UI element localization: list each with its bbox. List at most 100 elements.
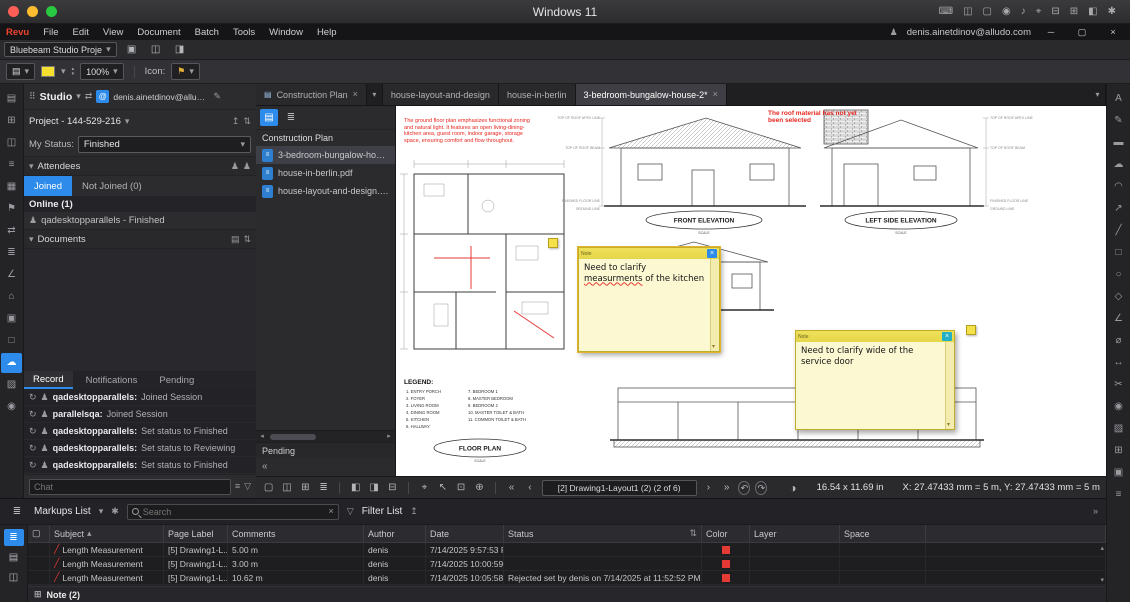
diameter-tool-icon[interactable]: ⌀	[1108, 331, 1129, 351]
attendee-settings-icon[interactable]: ♟	[243, 162, 251, 171]
sets-icon[interactable]: ▣	[1, 309, 22, 329]
markups-pages-icon[interactable]: ◫	[4, 569, 24, 586]
column-comments[interactable]: Comments	[228, 525, 364, 542]
opacity-dropdown[interactable]: 100% ▾	[80, 63, 124, 80]
measurements-icon[interactable]: ∠	[1, 265, 22, 285]
tab-house-in-berlin[interactable]: house-in-berlin	[499, 84, 576, 105]
tool-chest-icon[interactable]: ⌂	[1, 287, 22, 307]
close-tab-icon[interactable]: ×	[713, 90, 718, 99]
tab-notifications[interactable]: Notifications	[77, 371, 147, 389]
single-page-view-icon[interactable]: ▢	[262, 480, 275, 496]
maximize-icon[interactable]: ▢	[1071, 28, 1093, 37]
menu-window[interactable]: Window	[269, 27, 303, 38]
note-header[interactable]: Note ×	[579, 248, 719, 259]
drag-handle-icon[interactable]: ⠿	[29, 92, 36, 101]
chat-filter-icon[interactable]: ▽	[244, 482, 251, 491]
note-scrollbar[interactable]: ▾	[710, 259, 719, 351]
select-all-checkbox[interactable]: ▢	[28, 525, 50, 542]
page-selector[interactable]: [2] Drawing1-Layout1 (2) (2 of 6)	[542, 480, 697, 496]
layers-icon[interactable]: ≡	[1, 155, 22, 175]
file-access-icon[interactable]: ▤	[1, 89, 22, 109]
camera-tool-icon[interactable]: ◉	[1108, 397, 1129, 417]
zoom-tool-icon[interactable]: ⊕	[473, 480, 486, 496]
mic-icon[interactable]: ⌖	[1036, 7, 1042, 17]
menu-tools[interactable]: Tools	[233, 27, 255, 38]
printer-icon[interactable]: ⊟	[1051, 7, 1059, 17]
scrollbar-thumb[interactable]	[270, 434, 316, 440]
clear-search-icon[interactable]: ×	[329, 507, 334, 516]
collapse-panel-icon[interactable]: «	[256, 458, 395, 476]
split-horizontal-icon[interactable]: ◨	[367, 480, 380, 496]
invite-attendee-icon[interactable]: ♟	[231, 162, 239, 171]
polygon-tool-icon[interactable]: ◇	[1108, 287, 1129, 307]
tab-construction-plan[interactable]: ▤ Construction Plan ×	[256, 84, 367, 105]
previous-view-icon[interactable]: ↶	[738, 481, 750, 495]
tab-pending[interactable]: Pending	[150, 371, 203, 389]
column-space[interactable]: Space	[840, 525, 926, 542]
more-tools-icon[interactable]: ≡	[1108, 485, 1129, 505]
row-checkbox[interactable]	[28, 543, 50, 556]
display-icon[interactable]: ◫	[963, 7, 972, 17]
rectangle-tool-icon[interactable]: □	[1108, 243, 1129, 263]
menu-file[interactable]: File	[43, 27, 58, 38]
markups-panel-icon[interactable]: ▨	[1, 375, 22, 395]
markups-doc-icon[interactable]: ▤	[4, 549, 24, 566]
grid-view-icon[interactable]: ⊞	[299, 480, 312, 496]
tab-house-layout-and-design[interactable]: house-layout-and-design	[383, 84, 499, 105]
scroll-down-icon[interactable]: ▾	[947, 422, 950, 428]
log-entry[interactable]: ↻ ♟ qadesktopparallels: Set status to Re…	[24, 440, 256, 457]
column-subject[interactable]: Subject▴	[50, 525, 164, 542]
thumbnails-icon[interactable]: ⊞	[1, 111, 22, 131]
switch-session-icon[interactable]: ⇄	[85, 92, 93, 101]
column-status[interactable]: Status⇅	[504, 525, 702, 542]
arc-tool-icon[interactable]: ◠	[1108, 177, 1129, 197]
links-icon[interactable]: ⇄	[1, 221, 22, 241]
chevron-down-icon[interactable]: ▾	[99, 507, 104, 516]
markups-list-title[interactable]: Markups List	[34, 506, 91, 517]
detach-window-icon[interactable]: ⊟	[386, 480, 399, 496]
documents-section-header[interactable]: ▾ Documents ▤ ⇅	[24, 229, 256, 249]
export-icon[interactable]: ↥	[410, 507, 418, 516]
detach-view-icon[interactable]: ◨	[171, 42, 189, 58]
scroll-down-icon[interactable]: ▾	[712, 344, 715, 350]
chevron-down-icon[interactable]: ▾	[61, 67, 66, 76]
monitor-icon[interactable]: ◫	[147, 42, 165, 58]
pen-tool-icon[interactable]: ✎	[1108, 111, 1129, 131]
last-page-icon[interactable]: »	[720, 480, 733, 496]
pan-tool-icon[interactable]: ⌖	[418, 480, 431, 496]
size-stepper[interactable]: ▴ ▾	[72, 67, 75, 77]
expand-panel-icon[interactable]: »	[1093, 507, 1098, 516]
cell-color[interactable]	[702, 571, 750, 584]
project-name[interactable]: Project - 144-529-216	[29, 116, 121, 127]
edit-profile-icon[interactable]: ✎	[213, 92, 221, 101]
note-group-row[interactable]: ⊞ Note (2)	[28, 586, 1106, 602]
arrow-tool-icon[interactable]: ↗	[1108, 199, 1129, 219]
chat-input[interactable]	[29, 479, 231, 495]
document-canvas[interactable]: TOP OF ROOF APEX LINE TOP OF ROOF BEAM F…	[396, 106, 1106, 476]
session-file-row[interactable]: ≡ house-layout-and-design.pdf	[256, 182, 395, 200]
cell-color[interactable]	[702, 543, 750, 556]
row-checkbox[interactable]	[28, 557, 50, 570]
open-documents-dropdown-icon[interactable]: ▾	[1090, 84, 1106, 105]
minimize-icon[interactable]: ─	[1040, 28, 1062, 37]
menu-edit[interactable]: Edit	[73, 27, 89, 38]
attendees-section-header[interactable]: ▾ Attendees ♟ ♟	[24, 156, 256, 176]
menu-help[interactable]: Help	[317, 27, 337, 38]
markups-list-icon[interactable]: ≣	[8, 504, 26, 520]
log-entry[interactable]: ↻ ♟ qadesktopparallels: Set status to Fi…	[24, 423, 256, 440]
window-icon[interactable]: ▢	[983, 7, 992, 17]
measure-tool-icon[interactable]: ↔	[1108, 353, 1129, 373]
session-file-row[interactable]: ≡ 3-bedroom-bungalow-house.pdf	[256, 146, 395, 164]
column-author[interactable]: Author	[364, 525, 426, 542]
text-markup-floor-plan[interactable]: The ground floor plan emphasizes functio…	[404, 118, 532, 144]
highlight-tool-icon[interactable]: ▬	[1108, 133, 1129, 153]
close-tab-icon[interactable]: ×	[353, 90, 358, 99]
markups-list-view-icon[interactable]: ≣	[4, 529, 24, 546]
color-swatch[interactable]	[41, 66, 55, 77]
column-layer[interactable]: Layer	[750, 525, 840, 542]
chevron-down-icon[interactable]: ▾	[125, 117, 130, 126]
column-date[interactable]: Date	[426, 525, 504, 542]
volume-icon[interactable]: ♪	[1021, 7, 1026, 17]
horizontal-scrollbar[interactable]: ◂ ▸	[256, 430, 395, 442]
filter-icon[interactable]: ▽	[347, 507, 354, 516]
